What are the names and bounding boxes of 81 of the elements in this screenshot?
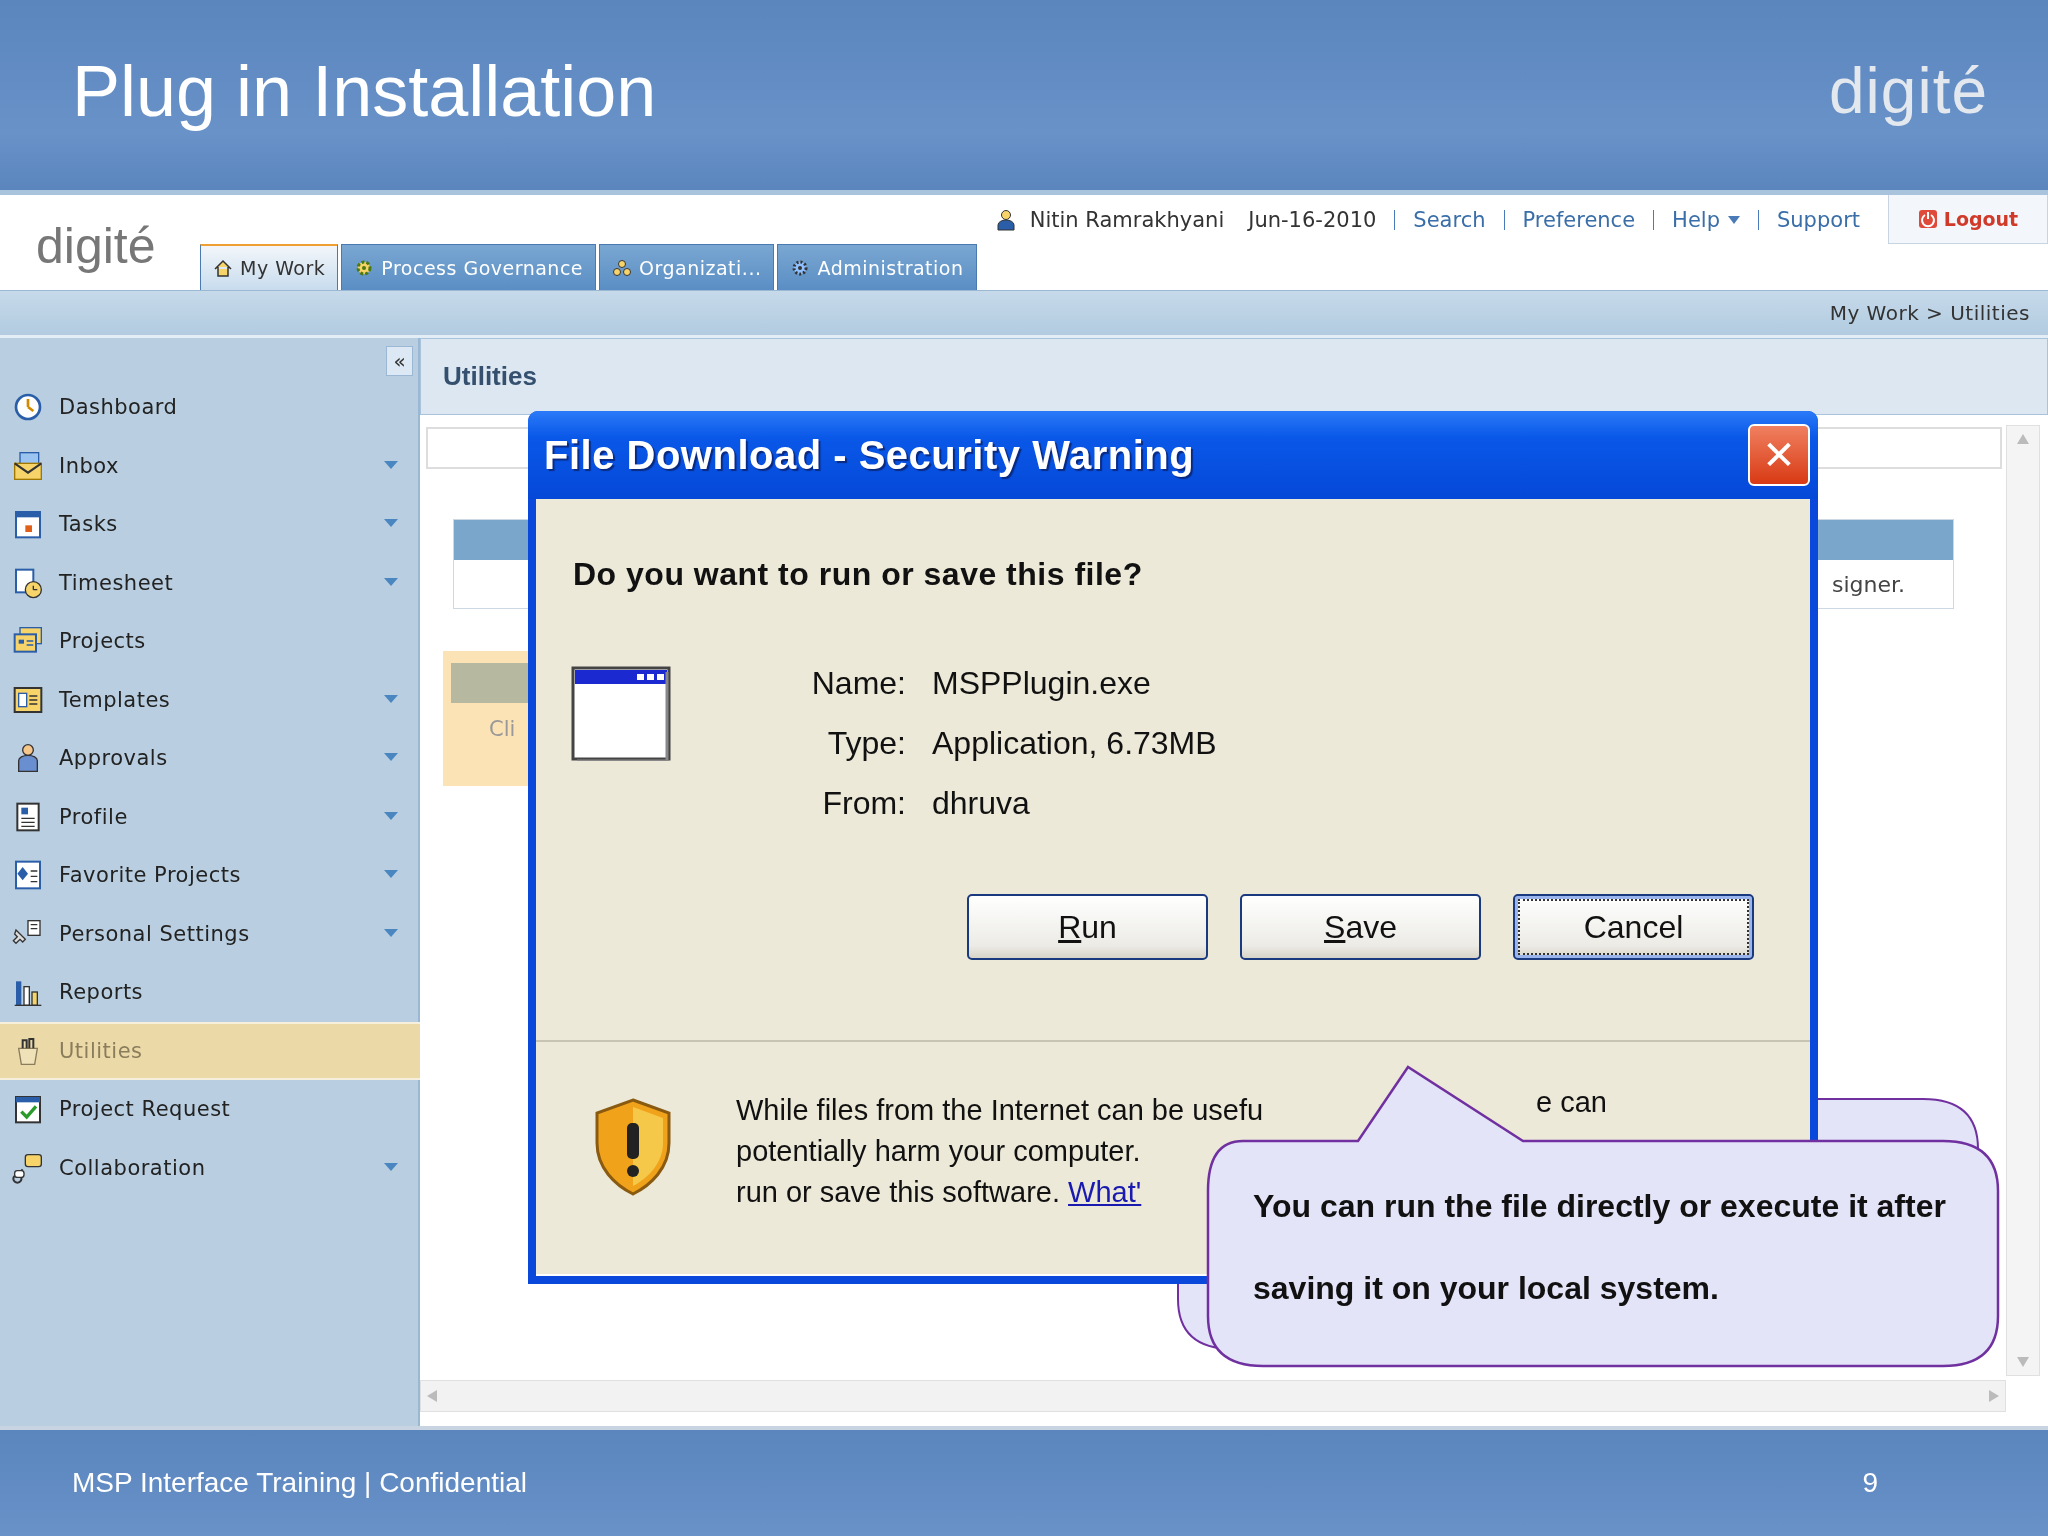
sidebar-item[interactable]: Profile	[0, 787, 418, 846]
dialog-button[interactable]: Save	[1240, 894, 1481, 960]
sidebar-label: Profile	[59, 804, 128, 829]
sidebar-label: Collaboration	[59, 1155, 206, 1180]
nav-tab[interactable]: My Work	[200, 244, 339, 290]
people-icon	[612, 257, 633, 278]
sidebar-label: Reports	[59, 980, 144, 1005]
sidebar-label: Project Request	[59, 1097, 231, 1122]
field-label: Type:	[826, 724, 906, 763]
sidebar-item[interactable]: Reports	[0, 963, 418, 1022]
document-icon	[12, 859, 44, 892]
field-label: From:	[821, 784, 906, 823]
sidebar-item[interactable]: Personal Settings	[0, 904, 418, 963]
header-link[interactable]: Help	[1672, 207, 1740, 232]
page-number: 9	[1862, 1467, 1878, 1499]
sidebar-item[interactable]: Timesheet	[0, 553, 418, 612]
sidebar-item[interactable]: Collaboration	[0, 1138, 418, 1197]
header-link[interactable]: Support	[1777, 207, 1860, 232]
sidebar-label: Favorite Projects	[59, 863, 241, 888]
shield-warning-icon	[593, 1097, 673, 1197]
dialog-title: File Download - Security Warning	[544, 432, 1195, 478]
card-text: Cli	[488, 716, 517, 741]
logo: digité	[1829, 54, 1988, 128]
dialog-button[interactable]: Cancel	[1513, 894, 1754, 960]
sidebar-item[interactable]: Inbox	[0, 436, 418, 495]
sidebar-item[interactable]: Project Request	[0, 1080, 418, 1139]
sidebar-label: Inbox	[59, 453, 119, 478]
sidebar-item[interactable]: Templates	[0, 670, 418, 729]
document-clock-icon	[12, 566, 44, 599]
warning-text: run or save this software.	[736, 1176, 1060, 1208]
home-icon	[213, 258, 233, 278]
user-name: Nitin Ramrakhyani	[1029, 207, 1225, 232]
envelope-icon	[12, 449, 44, 482]
sidebar-item[interactable]: Favorite Projects	[0, 846, 418, 905]
sidebar-label: Dashboard	[59, 395, 178, 420]
dialog-button[interactable]: Run	[967, 894, 1208, 960]
power-icon	[1917, 209, 1938, 229]
risk-link[interactable]: What'	[1068, 1176, 1142, 1208]
header-link[interactable]: Search	[1413, 207, 1486, 232]
calendar-check-icon	[12, 1093, 44, 1126]
close-button[interactable]: ✕	[1748, 424, 1810, 486]
sidebar-label: Tasks	[59, 512, 118, 537]
warning-text: potentially harm your computer.	[736, 1134, 1142, 1169]
sidebar-item[interactable]: Projects	[0, 612, 418, 671]
right-arrow-icon[interactable]	[1989, 1390, 1999, 1402]
table-text: signer.	[1831, 571, 1905, 597]
sidebar-label: Approvals	[59, 746, 168, 771]
page-title: Utilities	[443, 361, 537, 392]
sidebar-label: Utilities	[59, 1038, 143, 1063]
field-value: MSPPlugin.exe	[932, 664, 1152, 703]
callout-text: You can run the file directly or execute it after saving it on your local system.	[1253, 1187, 1947, 1308]
calendar-icon	[12, 508, 44, 541]
down-arrow-icon[interactable]	[2017, 1357, 2029, 1367]
vertical-scrollbar[interactable]	[2006, 425, 2040, 1376]
sidebar-label: Projects	[59, 629, 146, 654]
horizontal-scrollbar[interactable]	[420, 1380, 2006, 1412]
warning-text: While files from the Internet can be usefu	[736, 1093, 1264, 1128]
header-link[interactable]: Preference	[1522, 207, 1636, 232]
sidebar-item[interactable]: Dashboard	[0, 378, 418, 437]
sidebar-label: Personal Settings	[59, 921, 250, 946]
sidebar-label: Templates	[59, 687, 171, 712]
field-label: Name:	[810, 664, 906, 703]
left-arrow-icon[interactable]	[427, 1390, 437, 1402]
breadcrumb: My Work > Utilities	[1829, 301, 2030, 325]
warning-text: e can	[1536, 1085, 1607, 1120]
sidebar-label: Timesheet	[59, 570, 174, 595]
footer-text: MSP Interface Training | Confidential	[72, 1467, 527, 1499]
field-value: dhruva	[932, 784, 1031, 823]
sidebar-item[interactable]: Approvals	[0, 729, 418, 788]
up-arrow-icon[interactable]	[2017, 434, 2029, 444]
collapse-button[interactable]: «	[386, 346, 413, 376]
logo: digité	[35, 217, 157, 276]
date-text: Jun-16-2010	[1248, 207, 1377, 232]
person-icon	[995, 208, 1016, 231]
dialog-question: Do you want to run or save this file?	[572, 555, 1144, 594]
window-icon	[571, 666, 671, 761]
field-value: Application, 6.73MB	[932, 724, 1217, 763]
logout-button[interactable]: Logout	[1888, 195, 2048, 244]
speech-bubble-icon	[12, 1151, 44, 1184]
sidebar-item[interactable]: Tasks	[0, 495, 418, 554]
slide-title: Plug in Installation	[72, 50, 657, 132]
